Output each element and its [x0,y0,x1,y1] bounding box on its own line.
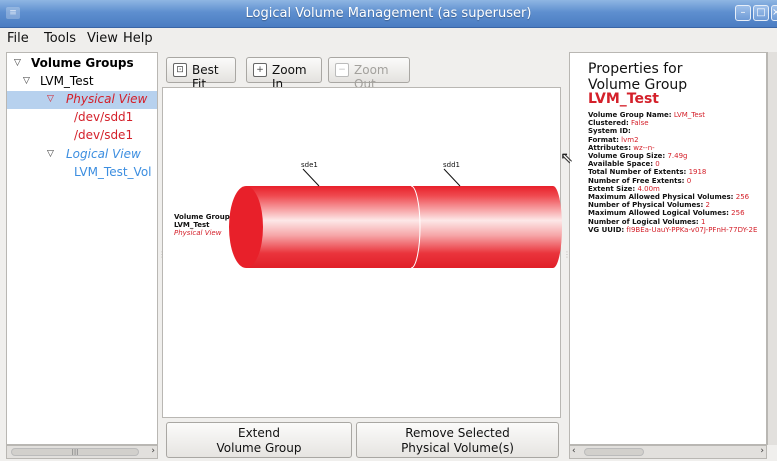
chevron-right-icon[interactable]: › [760,446,764,456]
tree-item-lvm-test[interactable]: ▽ LVM_Test [7,73,157,91]
volume-cylinder-diagram: sde1 sdd1 [229,161,562,269]
property-row: Number of Free Extents: 0 [588,177,757,185]
property-key: Volume Group Size: [588,152,666,161]
property-key: Volume Group Name: [588,111,672,119]
zoom-out-button[interactable]: − Zoom Out [328,57,410,91]
menu-bar: File Tools View Help [0,28,777,50]
property-row: VG UUID: fI9BEa-UauY-PPKa-v07J-PFnH-77DY… [588,226,757,234]
expander-down-icon[interactable]: ▽ [47,94,54,104]
tree-horizontal-scrollbar[interactable]: III › [6,445,158,459]
volume-diagram-canvas[interactable]: Volume Group LVM_Test Physical View sde1… [162,87,562,418]
property-row: Volume Group Size: 7.49g [588,152,757,160]
property-key: Attributes: [588,143,632,152]
best-fit-icon: ⊡ [173,63,187,77]
menu-help[interactable]: Help [123,31,153,46]
expander-down-icon[interactable]: ▽ [23,76,30,86]
property-key: Clustered: [588,119,629,128]
mouse-pointer-icon: ⇖ [560,148,574,167]
property-value: 4.00m [637,184,660,193]
zoom-in-button[interactable]: + Zoom In [246,57,322,91]
property-row: Clustered: False [588,119,757,127]
volume-tree: ▽ Volume Groups ▽ LVM_Test ▽ Physical Vi… [6,52,158,445]
menu-file[interactable]: File [7,31,29,46]
property-row: Attributes: wz--n- [588,144,757,152]
property-key: Number of Free Extents: [588,176,685,185]
property-row: Extent Size: 4.00m [588,185,757,193]
maximize-icon[interactable]: □ [753,5,769,21]
expander-down-icon[interactable]: ▽ [47,149,54,159]
property-row: Total Number of Extents: 1918 [588,168,757,176]
property-value: 7.49g [667,152,688,161]
property-value: 256 [731,209,745,218]
property-value: LVM_Test [673,111,706,119]
properties-list: Volume Group Name: LVM_Test Clustered: Fa… [588,111,757,234]
property-row: Available Space: 0 [588,160,757,168]
properties-vg-name: LVM_Test [588,91,659,107]
property-key: Format: [588,135,619,144]
property-row: Number of Logical Volumes: 1 [588,218,757,226]
menu-view[interactable]: View [87,31,118,46]
properties-vertical-scrollbar[interactable] [767,52,777,445]
property-value: fI9BEa-UauY-PPKa-v07J-PFnH-77DY-2E [626,225,758,234]
properties-horizontal-scrollbar[interactable]: ‹ › [569,445,767,459]
property-value: 256 [735,193,750,202]
tree-item-physical-view[interactable]: ▽ Physical View [7,91,157,109]
property-value: 2 [705,201,710,210]
close-icon[interactable]: × [771,5,777,21]
callout-line-sde1 [302,168,320,187]
zoom-in-icon: + [253,63,267,77]
property-value: 0 [686,176,692,185]
callout-line-sdd1 [443,168,461,187]
property-key: Total Number of Extents: [588,168,687,177]
extend-volume-group-button[interactable]: Extend Volume Group [166,422,352,458]
title-bar: ≡ Logical Volume Management (as superuse… [0,0,777,28]
property-key: Number of Logical Volumes: [588,217,699,226]
properties-heading: Properties for Volume Group [588,61,688,93]
tree-item-pv-sde1[interactable]: /dev/sde1 [7,127,157,145]
property-value: wz--n- [633,143,655,152]
cylinder-segment-sde1[interactable] [246,186,411,268]
chevron-right-icon[interactable]: › [151,446,155,456]
chevron-left-icon[interactable]: ‹ [572,446,576,456]
scrollbar-thumb[interactable] [584,448,644,456]
best-fit-button[interactable]: ⊡ Best Fit [166,57,236,91]
menu-tools[interactable]: Tools [44,31,76,46]
property-value: 1 [700,217,706,226]
window-title: Logical Volume Management (as superuser) [245,6,532,21]
property-key: Maximum Allowed Logical Volumes: [588,209,729,218]
cylinder-end-cap [229,186,263,268]
property-row: Format: lvm2 [588,136,757,144]
property-key: System ID: [588,127,631,136]
segment-label-sde1: sde1 [301,161,318,169]
remove-selected-pv-button[interactable]: Remove Selected Physical Volume(s) [356,422,559,458]
tree-item-pv-sdd1[interactable]: /dev/sdd1 [7,109,157,127]
tree-item-lv-lvm-test-vol[interactable]: LVM_Test_Vol [7,164,157,182]
property-value: 0 [655,160,660,169]
scrollbar-thumb[interactable]: III [11,448,139,457]
property-value: 1918 [688,168,707,177]
property-row: Maximum Allowed Logical Volumes: 256 [588,209,757,217]
property-row: Number of Physical Volumes: 2 [588,201,757,209]
properties-panel: Properties for Volume Group LVM_Test Vol… [569,52,767,445]
property-row: Volume Group Name: LVM_Test [588,111,757,119]
property-value: False [631,119,649,128]
segment-label-sdd1: sdd1 [443,161,460,169]
property-row: System ID: [588,127,757,135]
property-key: Extent Size: [588,184,636,193]
property-key: Available Space: [588,160,654,169]
property-row: Maximum Allowed Physical Volumes: 256 [588,193,757,201]
property-key: Maximum Allowed Physical Volumes: [588,193,734,202]
property-value: lvm2 [621,135,639,144]
minimize-icon[interactable]: – [735,5,751,21]
property-key: Number of Physical Volumes: [588,201,704,210]
zoom-out-icon: − [335,63,349,77]
property-key: VG UUID: [588,225,625,234]
expander-down-icon[interactable]: ▽ [14,58,21,68]
tree-item-volume-groups[interactable]: ▽ Volume Groups [7,55,157,73]
tree-item-logical-view[interactable]: ▽ Logical View [7,146,157,164]
cylinder-segment-sdd1[interactable] [411,186,562,268]
